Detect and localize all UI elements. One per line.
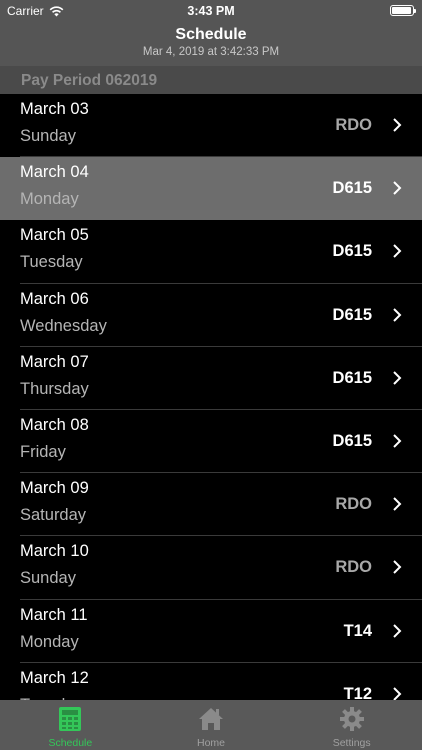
schedule-row[interactable]: March 05 Tuesday D615 [0, 220, 422, 284]
shift-code: T14 [343, 621, 372, 640]
schedule-row[interactable]: March 04 Monday D615 [0, 157, 422, 221]
schedule-row[interactable]: March 09 Saturday RDO [0, 473, 422, 537]
shift-code: D615 [332, 305, 372, 324]
chevron-right-icon [393, 118, 402, 132]
shift-code: RDO [335, 558, 372, 577]
row-date: March 04 [20, 163, 89, 182]
chevron-right-icon [393, 560, 402, 575]
schedule-row[interactable]: March 11 Monday T14 [0, 599, 422, 663]
last-updated-subtitle: Mar 4, 2019 at 3:42:33 PM [142, 46, 280, 58]
tab-label: Home [197, 737, 226, 749]
calculator-icon [59, 707, 82, 731]
schedule-row[interactable]: March 12TuesdayT12 [0, 662, 422, 700]
row-date: March 05 [20, 226, 89, 245]
shift-code: D615 [332, 179, 372, 198]
row-date: March 12 [20, 668, 89, 687]
status-bar: Carrier 3:43 PM [0, 0, 422, 22]
chevron-right-icon [393, 623, 402, 638]
shift-code: RDO [335, 116, 372, 134]
tab-home[interactable]: Home [141, 700, 282, 750]
tab-bar: Schedule Home Settings [0, 700, 422, 750]
schedule-list[interactable]: March 03 Sunday RDO March 04 Monday D615 March… [0, 94, 422, 700]
shift-code: RDO [335, 495, 372, 514]
chevron-right-icon [393, 497, 402, 511]
row-weekday: Friday [20, 442, 66, 461]
row-weekday: Tuesday [20, 253, 83, 272]
home-icon [199, 708, 223, 730]
row-weekday: Monday [20, 190, 79, 209]
gear-icon [339, 707, 364, 731]
tab-label: Schedule [48, 737, 93, 749]
battery-icon [390, 5, 416, 16]
schedule-row[interactable]: March 06 Wednesday D615 [0, 283, 422, 347]
row-date: March 07 [20, 352, 89, 371]
navigation-bar: Schedule Mar 4, 2019 at 3:42:33 PM [0, 22, 422, 66]
schedule-row[interactable]: March 07 Thursday D615 [0, 346, 422, 410]
row-weekday: Wednesday [20, 316, 107, 335]
status-time: 3:43 PM [187, 4, 235, 18]
pay-period-header: Pay Period 062019 [0, 66, 422, 94]
schedule-row[interactable]: March 08 Friday D615 [0, 409, 422, 474]
row-weekday: Saturday [20, 506, 87, 525]
row-weekday: Monday [20, 632, 79, 651]
chevron-right-icon [393, 244, 402, 259]
schedule-screen: Carrier 3:43 PM Schedule Mar 4, 2019 at … [0, 0, 422, 750]
schedule-row[interactable]: March 03 Sunday RDO [0, 94, 422, 158]
shift-code: D615 [332, 242, 372, 261]
shift-code: T12 [343, 684, 372, 700]
chevron-right-icon [393, 686, 402, 700]
pay-period-title: Pay Period 062019 [21, 72, 158, 89]
row-date: March 06 [20, 289, 89, 308]
chevron-right-icon [393, 307, 402, 322]
row-date: March 03 [20, 100, 89, 118]
chevron-right-icon [393, 434, 402, 448]
chevron-right-icon [393, 181, 402, 195]
row-date: March 08 [20, 415, 89, 434]
shift-code: D615 [332, 368, 372, 387]
row-weekday: Thursday [20, 379, 89, 398]
page-title: Schedule [175, 26, 247, 43]
row-weekday: Sunday [20, 127, 76, 145]
row-date: March 11 [20, 605, 88, 624]
row-date: March 09 [20, 479, 89, 498]
tab-settings[interactable]: Settings [281, 700, 422, 750]
row-date: March 10 [20, 542, 89, 561]
chevron-right-icon [393, 371, 402, 385]
shift-code: D615 [332, 431, 372, 450]
tab-schedule[interactable]: Schedule [0, 700, 141, 750]
row-weekday: Sunday [20, 569, 76, 588]
tab-label: Settings [332, 737, 371, 749]
schedule-row[interactable]: March 10 Sunday RDO [0, 536, 422, 600]
